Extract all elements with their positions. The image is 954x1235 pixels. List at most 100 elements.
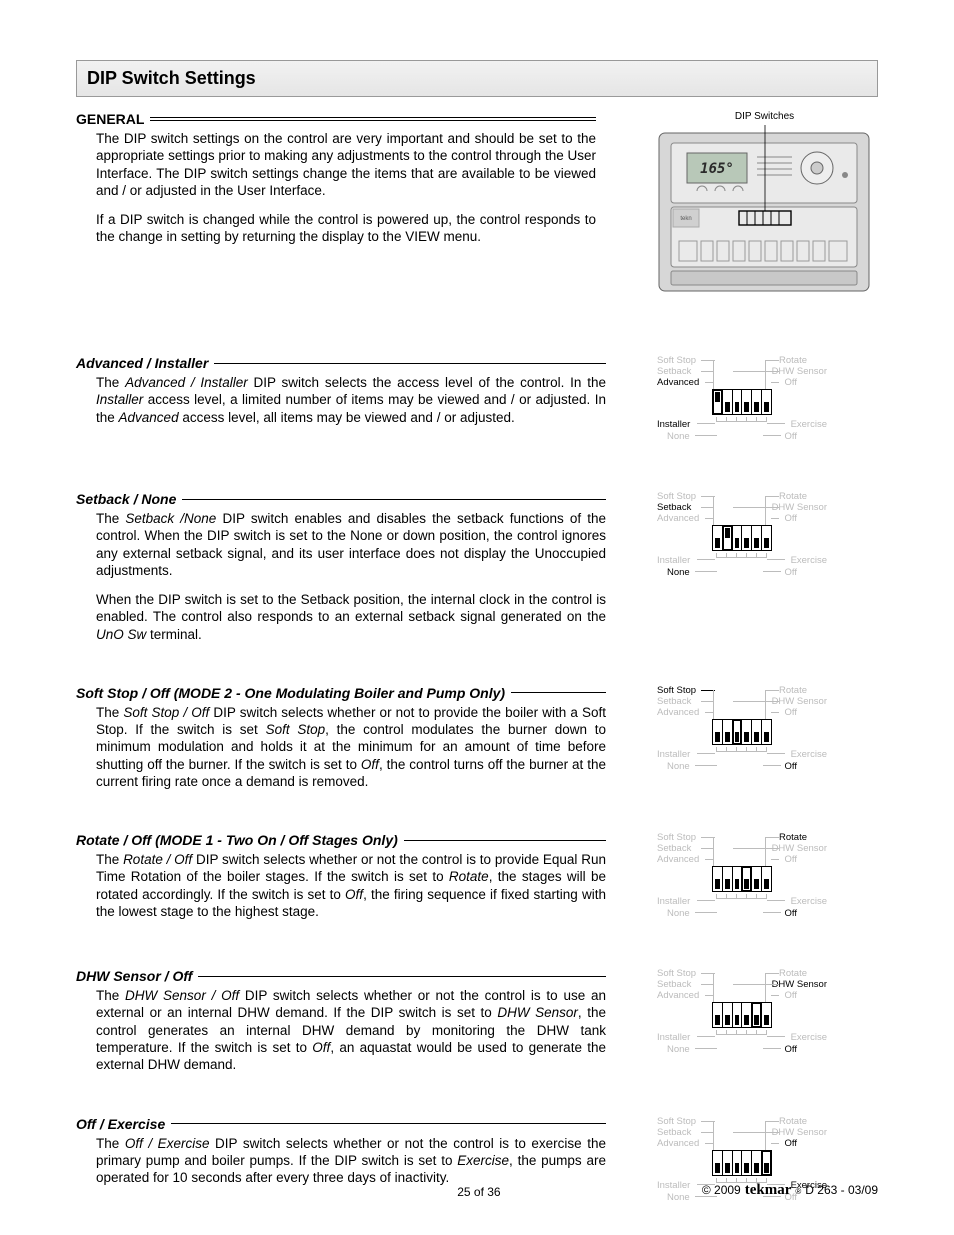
dip-switch-2 <box>723 1003 733 1027</box>
dip-switch-3 <box>733 867 743 891</box>
registered-mark: ® <box>795 1187 801 1196</box>
dip-label: Advanced <box>657 990 699 1001</box>
page-footer: 25 of 36 © 2009 tekmar® D 263 - 03/09 <box>76 1182 878 1199</box>
dip-switch-2 <box>723 526 733 550</box>
dip-label: Off <box>785 990 798 1001</box>
dip-label: Setback <box>657 843 691 854</box>
dip-label: Off <box>785 1138 798 1149</box>
dip-label: Setback <box>657 979 691 990</box>
dip-switch-4 <box>742 867 752 891</box>
paragraph: If a DIP switch is changed while the con… <box>96 211 596 246</box>
subsection-heading: Rotate / Off (MODE 1 - Two On / Off Stag… <box>76 832 606 848</box>
dip-switch-block <box>712 1002 772 1028</box>
dip-switch-2 <box>723 867 733 891</box>
dip-label: DHW Sensor <box>772 979 827 990</box>
dip-label: DHW Sensor <box>772 1127 827 1138</box>
dip-switch-3 <box>733 720 743 744</box>
heading-rule <box>198 976 606 977</box>
dip-label: Rotate <box>779 685 807 696</box>
dip-label: Rotate <box>779 832 807 843</box>
paragraph: When the DIP switch is set to the Setbac… <box>96 591 606 643</box>
dip-label: Off <box>785 854 798 865</box>
dip-label: None <box>667 908 690 919</box>
dip-switch-6 <box>762 1003 771 1027</box>
copyright: © 2009 <box>702 1183 741 1197</box>
dip-label: Setback <box>657 1127 691 1138</box>
dip-switch-block <box>712 866 772 892</box>
subsection-heading: Off / Exercise <box>76 1116 606 1132</box>
heading-text: Setback / None <box>76 491 176 507</box>
paragraph: The DHW Sensor / Off DIP switch selects … <box>96 987 606 1073</box>
dip-label: Exercise <box>791 555 827 566</box>
dip-switch-5 <box>752 867 762 891</box>
dip-label: Advanced <box>657 854 699 865</box>
subsection-heading: Setback / None <box>76 491 606 507</box>
dip-switch-diagram: Soft StopSetbackAdvancedRotateDHW Sensor… <box>657 832 827 926</box>
dip-switch-5 <box>752 1003 762 1027</box>
dip-label: DHW Sensor <box>772 366 827 377</box>
heading-text: DHW Sensor / Off <box>76 968 192 984</box>
dip-switch-block <box>712 389 772 415</box>
paragraph: The Rotate / Off DIP switch selects whet… <box>96 851 606 920</box>
dip-label: Installer <box>657 555 690 566</box>
heading-rule <box>182 499 606 500</box>
dip-label: Off <box>785 567 798 578</box>
subsection-heading: Soft Stop / Off (MODE 2 - One Modulating… <box>76 685 606 701</box>
dip-label: Soft Stop <box>657 355 696 366</box>
dip-switch-1 <box>713 1151 723 1175</box>
paragraph: The Off / Exercise DIP switch selects wh… <box>96 1135 606 1187</box>
heading-text: Soft Stop / Off (MODE 2 - One Modulating… <box>76 685 505 701</box>
brand-logo: tekmar <box>745 1182 792 1199</box>
dip-label: Installer <box>657 896 690 907</box>
dip-switch-diagram: Soft StopSetbackAdvancedRotateDHW Sensor… <box>657 491 827 585</box>
dip-section: Rotate / Off (MODE 1 - Two On / Off Stag… <box>76 832 878 926</box>
dip-switch-diagram: Soft StopSetbackAdvancedRotateDHW Sensor… <box>657 685 827 779</box>
dip-label: Rotate <box>779 355 807 366</box>
dip-label: None <box>667 1044 690 1055</box>
dip-switch-block <box>712 525 772 551</box>
dip-switch-3 <box>733 390 743 414</box>
dip-label: Off <box>785 707 798 718</box>
dip-switch-2 <box>723 720 733 744</box>
device-illustration: DIP Switches 165° tekn <box>657 111 872 295</box>
dip-label: Setback <box>657 696 691 707</box>
dip-label: None <box>667 431 690 442</box>
figure-caption: DIP Switches <box>657 111 872 122</box>
dip-switch-5 <box>752 1151 762 1175</box>
page-number: 25 of 36 <box>256 1185 702 1199</box>
dip-label: Off <box>785 761 798 772</box>
dip-switch-3 <box>733 526 743 550</box>
paragraph: The DIP switch settings on the control a… <box>96 130 596 199</box>
heading-text: Advanced / Installer <box>76 355 208 371</box>
dip-switch-1 <box>713 867 723 891</box>
dip-label: DHW Sensor <box>772 502 827 513</box>
dip-label: None <box>667 761 690 772</box>
heading-rule <box>404 840 606 841</box>
dip-switch-5 <box>752 720 762 744</box>
dip-switch-diagram: Soft StopSetbackAdvancedRotateDHW Sensor… <box>657 355 827 449</box>
dip-switch-3 <box>733 1151 743 1175</box>
dip-label: DHW Sensor <box>772 696 827 707</box>
dip-switch-3 <box>733 1003 743 1027</box>
dip-switch-block <box>712 719 772 745</box>
dip-switch-6 <box>762 720 771 744</box>
dip-label: Advanced <box>657 377 699 388</box>
dip-label: Soft Stop <box>657 1116 696 1127</box>
dip-label: Exercise <box>791 1032 827 1043</box>
heading-text: Off / Exercise <box>76 1116 165 1132</box>
dip-label: Off <box>785 1044 798 1055</box>
dip-label: Exercise <box>791 419 827 430</box>
heading-text: GENERAL <box>76 111 144 127</box>
dip-switch-5 <box>752 390 762 414</box>
general-heading: GENERAL <box>76 111 596 127</box>
dip-switch-1 <box>713 1003 723 1027</box>
section-title-bar: DIP Switch Settings <box>76 60 878 97</box>
dip-label: DHW Sensor <box>772 843 827 854</box>
heading-rule <box>171 1123 606 1124</box>
dip-switch-2 <box>723 1151 733 1175</box>
dip-switch-2 <box>723 390 733 414</box>
dip-switch-4 <box>742 1151 752 1175</box>
heading-rule <box>511 692 606 693</box>
dip-label: Rotate <box>779 1116 807 1127</box>
dip-section: Advanced / Installer The Advanced / Inst… <box>76 355 878 449</box>
